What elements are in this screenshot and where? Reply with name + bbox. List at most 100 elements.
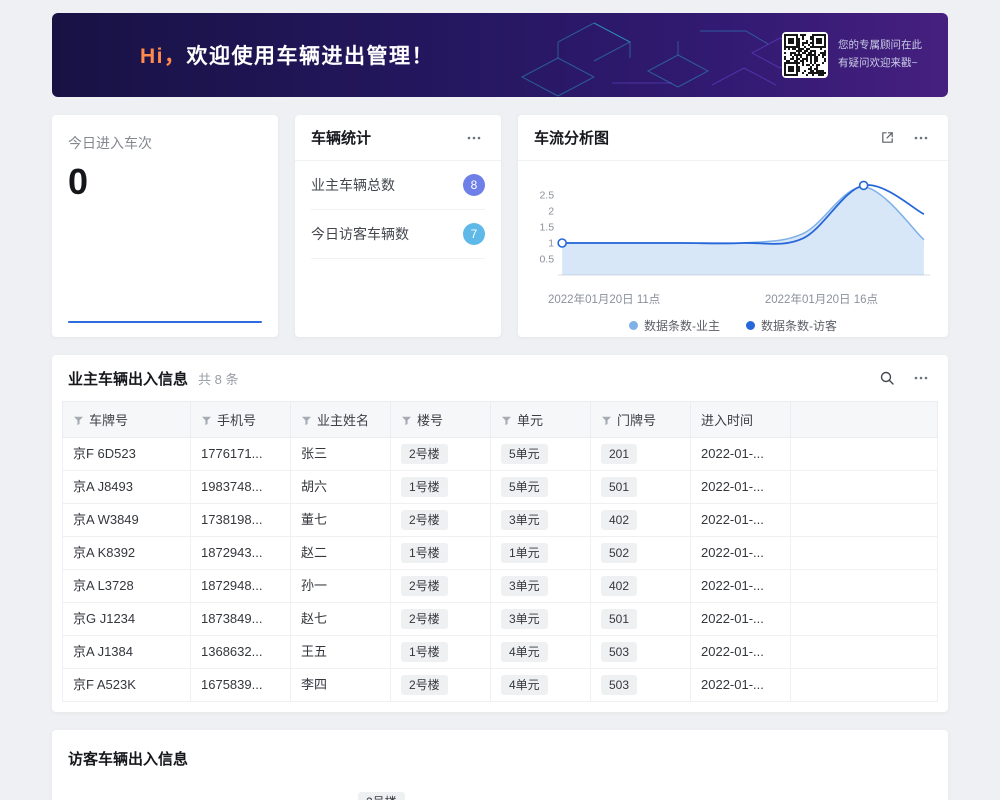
column-header[interactable]: 单元 (491, 402, 591, 438)
table-cell: 2022-01-... (691, 636, 791, 669)
table-cell: 1738198... (191, 504, 291, 537)
table-cell: 2022-01-... (691, 471, 791, 504)
owner-table-header: 业主车辆出入信息 共 8 条 (52, 355, 948, 401)
stat-row-visitor-today: 今日访客车辆数 7 (311, 210, 485, 259)
more-icon[interactable] (910, 127, 932, 149)
table-cell-empty (791, 669, 938, 702)
table-row: 京A J84931983748...胡六1号楼5单元5012022-01-... (63, 471, 938, 504)
legend-label-owner: 数据条数-业主 (644, 317, 720, 334)
table-cell: 董七 (291, 504, 391, 537)
column-header-empty (791, 402, 938, 438)
column-header[interactable]: 门牌号 (591, 402, 691, 438)
vehicle-stats-header: 车辆统计 (295, 115, 501, 161)
visitor-partial-tag: 2号楼 (358, 792, 405, 800)
cell-tag: 4单元 (501, 675, 548, 695)
qr-code[interactable] (782, 32, 828, 78)
traffic-chart-title: 车流分析图 (534, 127, 609, 148)
filter-icon[interactable] (501, 414, 512, 429)
qr-caption-line1: 您的专属顾问在此 (838, 37, 922, 55)
table-cell: 京F A523K (63, 669, 191, 702)
table-cell: 2号楼 (391, 669, 491, 702)
visitor-table-card: 访客车辆出入信息 2号楼 (52, 730, 948, 800)
table-cell-empty (791, 438, 938, 471)
table-row: 京A K83921872943...赵二1号楼1单元5022022-01-... (63, 537, 938, 570)
cell-tag: 1号楼 (401, 477, 448, 497)
table-cell: 张三 (291, 438, 391, 471)
table-row: 京A L37281872948...孙一2号楼3单元4022022-01-... (63, 570, 938, 603)
export-icon[interactable] (876, 127, 898, 149)
x-axis-label-end: 2022年01月20日 16点 (765, 291, 878, 307)
cell-tag: 5单元 (501, 477, 548, 497)
filter-icon[interactable] (301, 414, 312, 429)
table-cell: 2号楼 (391, 603, 491, 636)
qr-caption: 您的专属顾问在此 有疑问欢迎来戳~ (838, 37, 922, 73)
chart-x-axis: 2022年01月20日 11点 2022年01月20日 16点 (532, 291, 934, 307)
table-cell: 京A W3849 (63, 504, 191, 537)
table-cell: 201 (591, 438, 691, 471)
legend-label-visitor: 数据条数-访客 (761, 317, 837, 334)
stats-cards-row: 今日进入车次 0 车辆统计 业主车辆总数 8 今日访客车辆数 7 (52, 115, 948, 337)
cell-tag: 2号楼 (401, 510, 448, 530)
table-cell: 1872948... (191, 570, 291, 603)
column-header[interactable]: 手机号 (191, 402, 291, 438)
qr-code-image (784, 34, 826, 76)
cell-tag: 501 (601, 609, 637, 629)
traffic-line-chart: 0.511.522.5 (518, 161, 948, 289)
cell-tag: 503 (601, 675, 637, 695)
table-row: 京A W38491738198...董七2号楼3单元4022022-01-... (63, 504, 938, 537)
table-cell: 2号楼 (391, 570, 491, 603)
owner-total-label: 业主车辆总数 (311, 175, 395, 195)
table-cell: 503 (591, 669, 691, 702)
column-header[interactable]: 楼号 (391, 402, 491, 438)
column-header[interactable]: 车牌号 (63, 402, 191, 438)
table-cell: 王五 (291, 636, 391, 669)
search-icon[interactable] (876, 367, 898, 389)
owner-table-title: 业主车辆出入信息 (68, 368, 188, 389)
more-icon[interactable] (463, 127, 485, 149)
table-cell: 1776171... (191, 438, 291, 471)
table-row: 京F A523K1675839...李四2号楼4单元5032022-01-... (63, 669, 938, 702)
table-cell: 孙一 (291, 570, 391, 603)
table-cell: 2022-01-... (691, 537, 791, 570)
table-cell: 京A K8392 (63, 537, 191, 570)
table-cell: 李四 (291, 669, 391, 702)
table-cell: 京A J1384 (63, 636, 191, 669)
traffic-chart-header: 车流分析图 (518, 115, 948, 161)
cell-tag: 2号楼 (401, 444, 448, 464)
legend-item-visitor[interactable]: 数据条数-访客 (746, 317, 837, 334)
welcome-banner: Hi，欢迎使用车辆进出管理！ 您的专属顾问在此 有疑问欢迎来戳~ (52, 13, 948, 97)
filter-icon[interactable] (73, 414, 84, 429)
cell-tag: 3单元 (501, 576, 548, 596)
filter-icon[interactable] (401, 414, 412, 429)
vehicle-stats-card: 车辆统计 业主车辆总数 8 今日访客车辆数 7 (295, 115, 501, 337)
table-cell: 3单元 (491, 504, 591, 537)
table-cell: 1872943... (191, 537, 291, 570)
table-cell: 3单元 (491, 603, 591, 636)
filter-icon[interactable] (601, 414, 612, 429)
legend-dot-owner (629, 321, 638, 330)
cell-tag: 1号楼 (401, 642, 448, 662)
qr-caption-line2: 有疑问欢迎来戳~ (838, 55, 922, 73)
cell-tag: 2号楼 (401, 576, 448, 596)
filter-icon[interactable] (201, 414, 212, 429)
table-cell-empty (791, 471, 938, 504)
svg-text:2.5: 2.5 (539, 190, 554, 202)
table-cell: 402 (591, 504, 691, 537)
banner-consultant-block: 您的专属顾问在此 有疑问欢迎来戳~ (782, 32, 922, 78)
cell-tag: 201 (601, 444, 637, 464)
cell-tag: 503 (601, 642, 637, 662)
column-header[interactable]: 业主姓名 (291, 402, 391, 438)
cell-tag: 2号楼 (401, 675, 448, 695)
table-cell: 胡六 (291, 471, 391, 504)
cell-tag: 402 (601, 510, 637, 530)
table-cell: 1675839... (191, 669, 291, 702)
welcome-title: Hi，欢迎使用车辆进出管理！ (140, 40, 434, 70)
more-icon[interactable] (910, 367, 932, 389)
table-cell: 402 (591, 570, 691, 603)
table-cell: 501 (591, 471, 691, 504)
cell-tag: 2号楼 (401, 609, 448, 629)
legend-item-owner[interactable]: 数据条数-业主 (629, 317, 720, 334)
column-header[interactable]: 进入时间 (691, 402, 791, 438)
table-cell: 1号楼 (391, 636, 491, 669)
table-cell-empty (791, 504, 938, 537)
